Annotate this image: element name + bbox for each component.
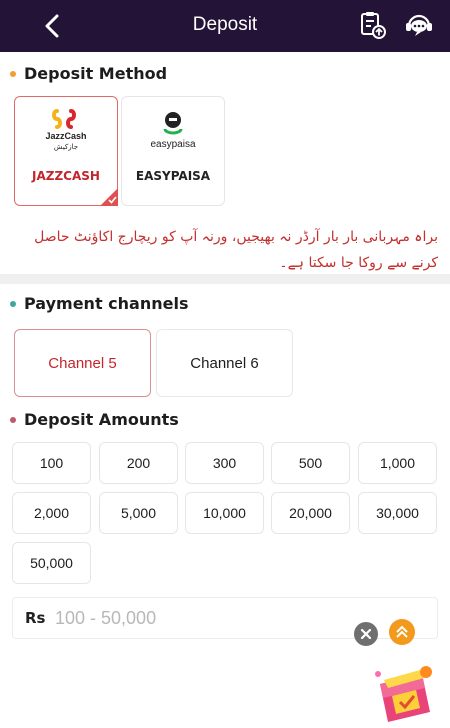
jazzcash-logo-text: JazzCash [45, 131, 86, 141]
customer-service-button[interactable] [404, 10, 434, 40]
deposit-notice: براہ مہربانی بار بار آرڈر نہ بھیجیں، ورن… [34, 229, 438, 271]
check-icon [100, 188, 118, 206]
deposit-record-icon [361, 12, 386, 39]
double-chevron-up-icon [396, 625, 408, 638]
amount-option[interactable]: 1,000 [358, 442, 437, 484]
jazzcash-logo: JazzCash جازکیش [15, 103, 117, 155]
easypaisa-logo-text: easypaisa [150, 139, 195, 150]
easypaisa-logo-icon: easypaisa [150, 112, 196, 150]
amount-option[interactable]: 10,000 [185, 492, 264, 534]
gift-chest-icon [375, 666, 432, 722]
section-dot-icon [10, 300, 16, 307]
promo-gift-button[interactable] [370, 660, 438, 724]
method-label-easypaisa: EASYPAISA [135, 169, 211, 183]
method-card-jazzcash[interactable]: JazzCash جازکیش JAZZCASH [14, 96, 118, 206]
section-dot-icon [10, 416, 16, 423]
section-dot-icon [10, 70, 16, 77]
back-arrow-icon [45, 14, 59, 38]
deposit-method-heading: Deposit Method [10, 64, 167, 83]
channel-5-button[interactable]: Channel 5 [14, 329, 151, 397]
deposit-amounts-title: Deposit Amounts [24, 410, 179, 429]
amount-option[interactable]: 2,000 [12, 492, 91, 534]
scroll-top-button[interactable] [389, 619, 415, 645]
amount-input[interactable] [55, 602, 355, 634]
amount-option[interactable]: 100 [12, 442, 91, 484]
method-label-jazzcash: JAZZCASH [32, 169, 100, 183]
close-promo-button[interactable] [354, 622, 378, 646]
amount-option[interactable]: 50,000 [12, 542, 91, 584]
method-card-easypaisa[interactable]: easypaisa EASYPAISA [121, 96, 225, 206]
jazzcash-logo-subtext: جازکیش [54, 143, 78, 151]
payment-channels-title: Payment channels [24, 294, 189, 313]
close-icon [360, 628, 372, 640]
amount-option[interactable]: 300 [185, 442, 264, 484]
amount-option[interactable]: 200 [99, 442, 178, 484]
section-divider [0, 274, 450, 284]
channel-6-button[interactable]: Channel 6 [156, 329, 293, 397]
currency-label: Rs [25, 609, 46, 627]
top-bar: Deposit [0, 0, 450, 52]
customer-service-icon [406, 14, 432, 36]
easypaisa-logo: easypaisa [122, 103, 224, 155]
jazzcash-logo-icon: JazzCash جازکیش [45, 109, 87, 151]
deposit-method-title: Deposit Method [24, 64, 168, 83]
amount-option[interactable]: 5,000 [99, 492, 178, 534]
deposit-amounts-heading: Deposit Amounts [10, 410, 179, 429]
amount-option[interactable]: 500 [271, 442, 350, 484]
deposit-record-button[interactable] [358, 10, 388, 40]
amount-option[interactable]: 30,000 [358, 492, 437, 534]
back-button[interactable] [36, 10, 68, 42]
amount-option[interactable]: 20,000 [271, 492, 350, 534]
payment-channels-heading: Payment channels [10, 294, 188, 313]
